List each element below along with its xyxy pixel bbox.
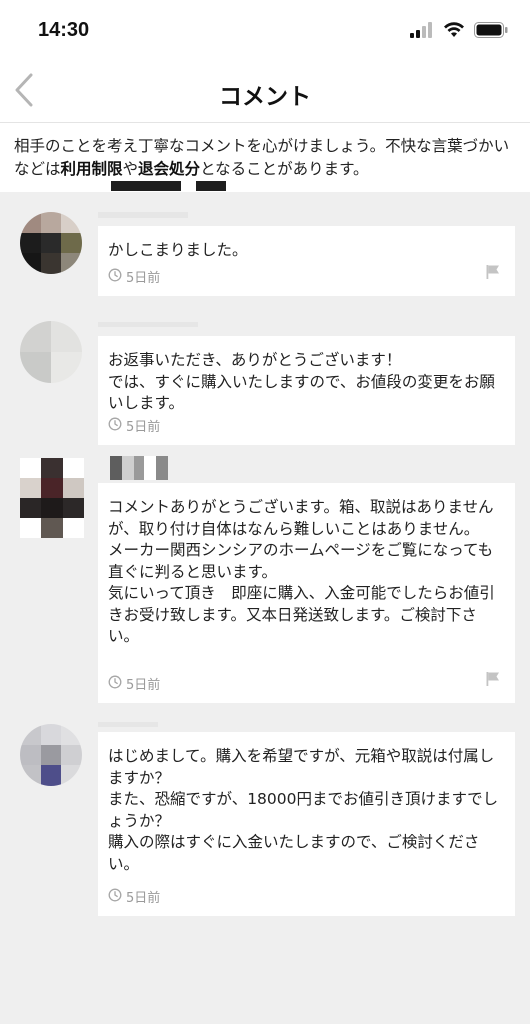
battery-icon bbox=[474, 22, 508, 42]
comment-meta: 5日前 bbox=[108, 674, 160, 693]
flag-icon[interactable] bbox=[485, 264, 501, 284]
avatar[interactable] bbox=[20, 321, 82, 383]
comment-card: かしこまりました。 5日前 bbox=[98, 226, 515, 296]
comment-text: はじめまして。購入を希望ですが、元箱や取説は付属しますか？ また、恐縮ですが、1… bbox=[108, 747, 499, 873]
clock-icon bbox=[108, 268, 122, 286]
status-bar: 14:30 bbox=[0, 0, 530, 62]
status-icons bbox=[410, 22, 508, 42]
wifi-icon bbox=[443, 22, 465, 42]
usage-restriction-link[interactable]: 利用制限 bbox=[61, 160, 123, 178]
comment-text: コメントありがとうございます。箱、取説はありませんが、取り付け自体はなんら難しい… bbox=[108, 498, 495, 645]
comment-guideline-notice: 相手のことを考え丁寧なコメントを心がけましょう。不快な言葉づかいなどは利用制限や… bbox=[0, 122, 530, 192]
notice-text-after: となることがあります。 bbox=[200, 160, 369, 178]
comment-card: コメントありがとうございます。箱、取説はありませんが、取り付け自体はなんら難しい… bbox=[98, 483, 515, 703]
comment-meta: 5日前 bbox=[108, 887, 160, 906]
comment-timestamp: 5日前 bbox=[126, 678, 161, 693]
redaction-bar bbox=[196, 181, 226, 191]
notice-text-middle: や bbox=[122, 160, 139, 178]
username-blurred bbox=[98, 212, 188, 218]
status-time: 14:30 bbox=[38, 19, 90, 41]
comment-text: かしこまりました。 bbox=[108, 241, 248, 259]
account-termination-link[interactable]: 退会処分 bbox=[138, 160, 200, 178]
comment-card: お返事いただき、ありがとうございます！ では、すぐに購入いたしますので、お値段の… bbox=[98, 336, 515, 445]
comment-meta: 5日前 bbox=[108, 267, 160, 286]
comment-text: お返事いただき、ありがとうございます！ では、すぐに購入いたしますので、お値段の… bbox=[108, 351, 495, 412]
navigation-bar: コメント bbox=[0, 62, 530, 122]
comment-timestamp: 5日前 bbox=[126, 891, 161, 906]
clock-icon bbox=[108, 888, 122, 906]
avatar[interactable] bbox=[20, 212, 82, 274]
clock-icon bbox=[108, 417, 122, 435]
username-blurred bbox=[98, 722, 158, 727]
comment-timestamp: 5日前 bbox=[126, 271, 161, 286]
comment-timestamp: 5日前 bbox=[126, 420, 161, 435]
username-blurred bbox=[98, 322, 198, 327]
clock-icon bbox=[108, 675, 122, 693]
cellular-signal-icon bbox=[410, 22, 434, 42]
flag-icon[interactable] bbox=[485, 671, 501, 691]
redaction-bar bbox=[111, 181, 181, 191]
avatar[interactable] bbox=[20, 458, 84, 538]
comment-meta: 5日前 bbox=[108, 416, 160, 435]
username-blurred bbox=[110, 456, 168, 480]
avatar[interactable] bbox=[20, 724, 82, 786]
page-title: コメント bbox=[219, 84, 311, 110]
comment-card: はじめまして。購入を希望ですが、元箱や取説は付属しますか？ また、恐縮ですが、1… bbox=[98, 732, 515, 916]
